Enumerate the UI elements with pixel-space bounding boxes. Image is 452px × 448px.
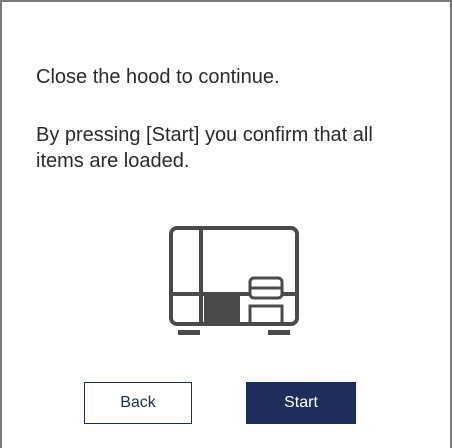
instruction-text: Close the hood to continue.: [36, 66, 280, 88]
start-button[interactable]: Start: [246, 382, 356, 424]
instrument-hood-closed-icon: [169, 226, 299, 335]
confirmation-text: By pressing [Start] you confirm that all…: [36, 124, 373, 172]
back-button[interactable]: Back: [84, 382, 192, 424]
confirm-dialog: Close the hood to continue. By pressing …: [0, 0, 452, 448]
